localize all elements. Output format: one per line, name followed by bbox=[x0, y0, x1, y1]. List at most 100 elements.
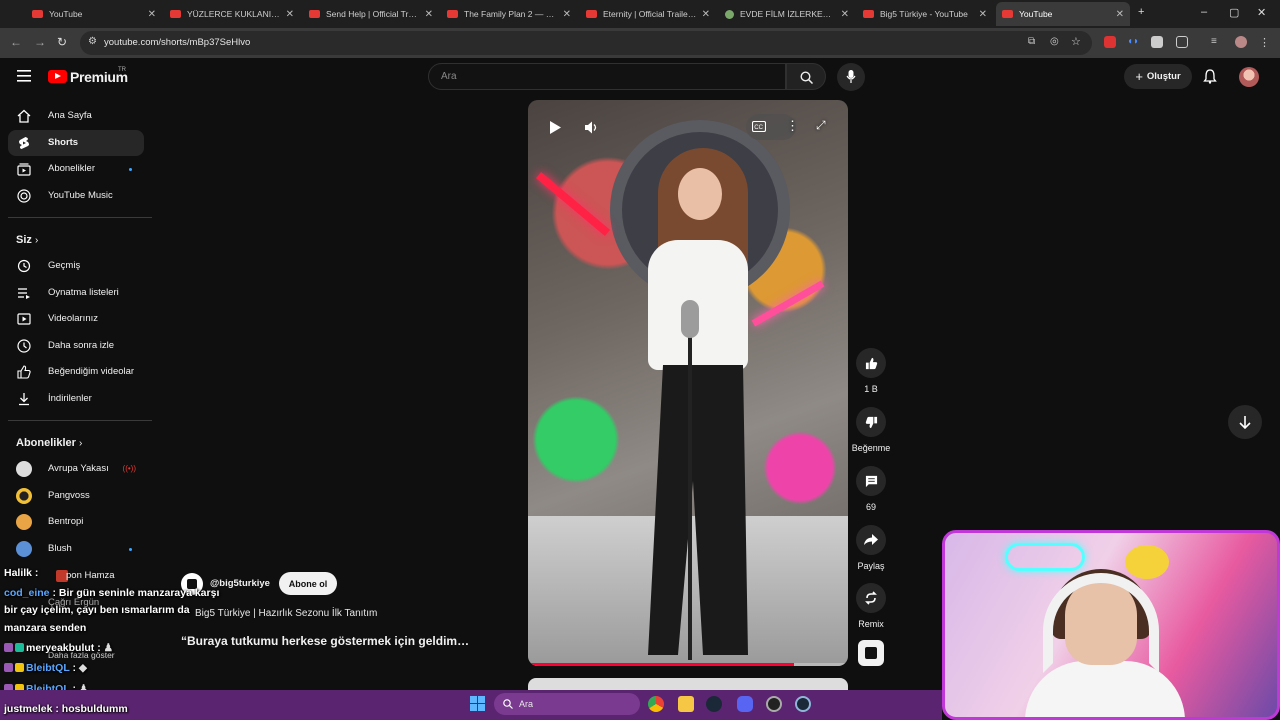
subscription-item[interactable]: Bentropi bbox=[8, 509, 144, 535]
chrome-taskbar-icon[interactable] bbox=[648, 696, 664, 712]
sidebar-item-watch-later[interactable]: Daha sonra izle bbox=[8, 333, 144, 359]
taskbar-search[interactable]: Ara bbox=[494, 693, 640, 715]
sidebar-item-downloads[interactable]: İndirilenler bbox=[8, 386, 144, 412]
play-icon[interactable] bbox=[548, 120, 562, 135]
reading-list-icon[interactable]: ≡ bbox=[1211, 36, 1223, 48]
chat-username: meryeakbulut bbox=[26, 642, 95, 654]
omnibox[interactable]: ⚙ youtube.com/shorts/mBp37SeHlvo ⧉ ◎ ☆ bbox=[80, 31, 1092, 55]
youtube-logo-icon[interactable] bbox=[48, 70, 67, 83]
comments-button[interactable]: 69 bbox=[851, 466, 891, 512]
sidebar-divider bbox=[8, 420, 152, 421]
back-icon[interactable]: ← bbox=[10, 35, 22, 49]
dislike-button[interactable]: Beğenme bbox=[851, 407, 891, 453]
sidebar-item-youtube-music[interactable]: YouTube Music bbox=[8, 183, 144, 209]
more-options-icon[interactable]: ⋮ bbox=[786, 118, 799, 134]
notifications-bell-icon[interactable] bbox=[1203, 69, 1217, 84]
browser-tab[interactable]: Big5 Türkiye - YouTube ✕ bbox=[857, 2, 993, 26]
url-text[interactable]: youtube.com/shorts/mBp37SeHlvo bbox=[104, 37, 250, 48]
discord-taskbar-icon[interactable] bbox=[737, 696, 753, 712]
video-progress-bar[interactable] bbox=[528, 663, 848, 666]
comments-count: 69 bbox=[865, 502, 876, 512]
windows-start-icon[interactable] bbox=[470, 696, 485, 711]
file-explorer-taskbar-icon[interactable] bbox=[678, 696, 694, 712]
sidebar-divider bbox=[8, 217, 152, 218]
youtube-masthead: Premium TR Ara + Oluştur bbox=[0, 58, 1280, 96]
extension-icon[interactable]: ◖◗ bbox=[1127, 36, 1139, 48]
downloads-icon bbox=[19, 393, 29, 406]
minimize-icon[interactable]: – bbox=[1201, 6, 1207, 18]
tracking-off-icon[interactable]: ◎ bbox=[1050, 36, 1059, 47]
video-title[interactable]: “Buraya tutkumu herkese göstermek için g… bbox=[181, 634, 469, 648]
liked-icon bbox=[17, 365, 31, 379]
browser-tab[interactable]: YouTube ✕ bbox=[26, 2, 162, 26]
browser-tab[interactable]: Send Help | Official Trailer ✕ bbox=[303, 2, 439, 26]
voice-search-button[interactable] bbox=[837, 63, 865, 91]
next-short-button[interactable] bbox=[1228, 405, 1262, 439]
close-tab-icon[interactable]: ✕ bbox=[1116, 9, 1124, 20]
extension-icon[interactable] bbox=[1104, 36, 1116, 48]
search-button[interactable] bbox=[786, 63, 826, 90]
sidebar-item-subscriptions[interactable]: Abonelikler bbox=[8, 156, 144, 182]
close-window-icon[interactable]: ✕ bbox=[1257, 6, 1266, 19]
browser-tab[interactable]: YÜZLERCE KUKLANIN YA ✕ bbox=[164, 2, 300, 26]
close-tab-icon[interactable]: ✕ bbox=[425, 9, 433, 20]
search-icon bbox=[800, 71, 813, 84]
sidebar-item-home[interactable]: Ana Sayfa bbox=[8, 103, 144, 129]
sidebar-item-label: Abonelikler bbox=[48, 163, 95, 174]
close-tab-icon[interactable]: ✕ bbox=[286, 9, 294, 20]
subscription-item[interactable]: Blush bbox=[8, 536, 144, 562]
maximize-icon[interactable]: ▢ bbox=[1229, 6, 1239, 19]
chat-badge-icon bbox=[4, 663, 13, 672]
subscribe-button[interactable]: Abone ol bbox=[279, 572, 337, 595]
extension-icon[interactable] bbox=[1151, 36, 1163, 48]
hamburger-menu-icon[interactable] bbox=[17, 70, 31, 82]
close-tab-icon[interactable]: ✕ bbox=[979, 9, 987, 20]
section-header-you[interactable]: Siz › bbox=[16, 234, 38, 246]
create-button[interactable]: + Oluştur bbox=[1124, 64, 1192, 89]
like-button[interactable]: 1 B bbox=[851, 348, 891, 394]
chat-text: Bir gün seninle manzaraya karşı bbox=[58, 587, 220, 599]
extensions-puzzle-icon[interactable] bbox=[1176, 36, 1188, 48]
new-tab-icon[interactable]: + bbox=[1138, 6, 1144, 18]
chat-badge-icon bbox=[15, 663, 24, 672]
subscription-item[interactable]: Pangvoss bbox=[8, 483, 144, 509]
sidebar-item-history[interactable]: Geçmiş bbox=[8, 253, 144, 279]
sidebar-item-your-videos[interactable]: Videolarınız bbox=[8, 306, 144, 332]
subscription-item[interactable]: Avrupa Yakası ((•)) bbox=[8, 456, 144, 482]
reload-icon[interactable]: ↻ bbox=[57, 35, 67, 49]
sidebar-item-liked-videos[interactable]: Beğendiğim videolar bbox=[8, 359, 144, 385]
sidebar-item-shorts[interactable]: Shorts bbox=[8, 130, 144, 156]
site-info-icon[interactable]: ⚙ bbox=[88, 36, 97, 47]
install-app-icon[interactable]: ⧉ bbox=[1028, 36, 1035, 47]
remix-button[interactable]: Remix bbox=[851, 583, 891, 629]
browser-tab-active[interactable]: YouTube ✕ bbox=[996, 2, 1130, 26]
chevron-right-icon: › bbox=[78, 438, 83, 449]
search-input[interactable]: Ara bbox=[428, 63, 786, 90]
close-tab-icon[interactable]: ✕ bbox=[563, 9, 571, 20]
new-content-dot bbox=[129, 548, 132, 551]
account-avatar[interactable] bbox=[1239, 67, 1259, 87]
sound-thumbnail[interactable] bbox=[858, 640, 884, 666]
sidebar-item-playlists[interactable]: Oynatma listeleri bbox=[8, 280, 144, 306]
taskbar-search-placeholder: Ara bbox=[519, 699, 534, 709]
browser-tab[interactable]: EVDE FİLM İZLERKEN YEN✕ bbox=[719, 2, 855, 26]
browser-tab[interactable]: The Family Plan 2 — Offic ✕ bbox=[441, 2, 577, 26]
steam-taskbar-icon[interactable] bbox=[795, 696, 811, 712]
bookmark-star-icon[interactable]: ☆ bbox=[1071, 35, 1081, 48]
share-button[interactable]: Paylaş bbox=[851, 525, 891, 571]
profile-avatar-icon[interactable] bbox=[1235, 36, 1247, 48]
shorts-video-player[interactable]: CC ⋮ ⤢ bbox=[528, 100, 848, 666]
browser-tab[interactable]: Eternity | Official Trailer 2 ✕ bbox=[580, 2, 716, 26]
forward-icon[interactable]: → bbox=[34, 35, 46, 49]
obs-taskbar-icon[interactable] bbox=[766, 696, 782, 712]
close-tab-icon[interactable]: ✕ bbox=[841, 9, 849, 20]
section-header-subscriptions[interactable]: Abonelikler › bbox=[16, 437, 82, 449]
fullscreen-icon[interactable]: ⤢ bbox=[816, 118, 826, 133]
close-tab-icon[interactable]: ✕ bbox=[148, 9, 156, 20]
close-tab-icon[interactable]: ✕ bbox=[702, 9, 710, 20]
steam-taskbar-icon[interactable] bbox=[706, 696, 722, 712]
captions-icon[interactable]: CC bbox=[752, 121, 766, 132]
browser-menu-icon[interactable]: ⋮ bbox=[1259, 36, 1271, 49]
next-short-preview[interactable] bbox=[528, 678, 848, 690]
volume-icon[interactable] bbox=[584, 120, 600, 135]
